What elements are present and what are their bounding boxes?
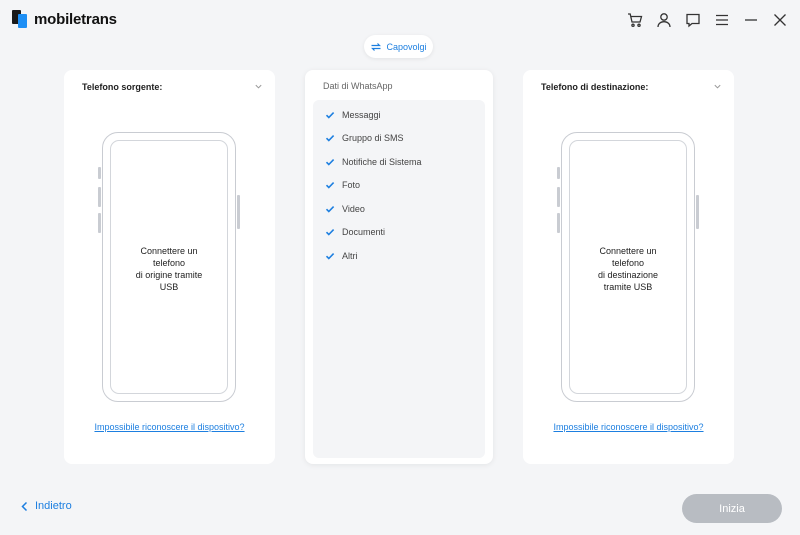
cart-icon[interactable] (625, 10, 645, 30)
data-item-label: Video (342, 204, 365, 214)
window-controls (616, 10, 790, 30)
start-button[interactable]: Inizia (682, 494, 782, 523)
data-item-label: Messaggi (342, 110, 381, 120)
chevron-down-icon (713, 78, 722, 96)
destination-connect-message: Connettere un telefono di destinazione t… (597, 246, 659, 292)
checkmark-icon (325, 135, 335, 142)
source-connect-message: Connettere un telefono di origine tramit… (135, 246, 203, 292)
title-bar: mobiletrans (0, 0, 800, 40)
data-item-label: Documenti (342, 227, 386, 237)
swap-label: Capovolgi (386, 41, 427, 52)
data-item-label: Altri (342, 251, 358, 261)
data-item-altri[interactable]: Altri (325, 249, 358, 263)
feedback-icon[interactable] (683, 10, 703, 30)
checkmark-icon (325, 112, 335, 119)
destination-phone-illustration: Connettere un telefono di destinazione t… (557, 132, 699, 402)
data-item-notifiche[interactable]: Notifiche di Sistema (325, 155, 422, 169)
menu-icon[interactable] (712, 10, 732, 30)
destination-help-link[interactable]: Impossibile riconoscere il dispositivo? (523, 422, 734, 432)
source-phone-selector[interactable]: Telefono sorgente: (82, 80, 263, 94)
destination-phone-panel: Telefono di destinazione: Connettere un … (523, 70, 734, 464)
logo-icon (12, 10, 28, 28)
data-item-gruppo-sms[interactable]: Gruppo di SMS (325, 131, 404, 145)
back-button[interactable]: Indietro (20, 500, 72, 512)
checkmark-icon (325, 159, 335, 166)
chevron-down-icon (254, 78, 263, 96)
checkmark-icon (325, 206, 335, 213)
app-window: mobiletrans Capovolgi Telefono sorgente:… (0, 0, 800, 535)
checkmark-icon (325, 253, 335, 260)
data-item-label: Gruppo di SMS (342, 133, 404, 143)
data-item-messaggi[interactable]: Messaggi (325, 108, 381, 122)
data-item-foto[interactable]: Foto (325, 178, 360, 192)
checkmark-icon (325, 229, 335, 236)
data-item-documenti[interactable]: Documenti (325, 225, 385, 239)
source-phone-illustration: Connettere un telefono di origine tramit… (98, 132, 240, 402)
logo-text: mobiletrans (34, 10, 117, 28)
source-phone-panel: Telefono sorgente: Connettere un telefon… (64, 70, 275, 464)
data-selection-panel: Dati di WhatsApp Messaggi Gruppo di SMS … (305, 70, 493, 464)
source-phone-title: Telefono sorgente: (82, 82, 163, 92)
user-icon[interactable] (654, 10, 674, 30)
destination-phone-selector[interactable]: Telefono di destinazione: (541, 80, 722, 94)
close-icon[interactable] (770, 10, 790, 30)
data-panel-title: Dati di WhatsApp (323, 81, 393, 91)
swap-icon (371, 42, 382, 51)
data-type-list: Messaggi Gruppo di SMS Notifiche di Sist… (313, 100, 485, 458)
app-logo: mobiletrans (12, 10, 117, 28)
back-label: Indietro (35, 500, 72, 512)
data-item-video[interactable]: Video (325, 202, 365, 216)
chevron-left-icon (21, 501, 28, 511)
destination-phone-title: Telefono di destinazione: (541, 82, 649, 92)
checkmark-icon (325, 182, 335, 189)
swap-button[interactable]: Capovolgi (364, 35, 433, 58)
data-item-label: Notifiche di Sistema (342, 157, 422, 167)
minimize-icon[interactable] (741, 10, 761, 30)
data-item-label: Foto (342, 180, 361, 190)
source-help-link[interactable]: Impossibile riconoscere il dispositivo? (64, 422, 275, 432)
